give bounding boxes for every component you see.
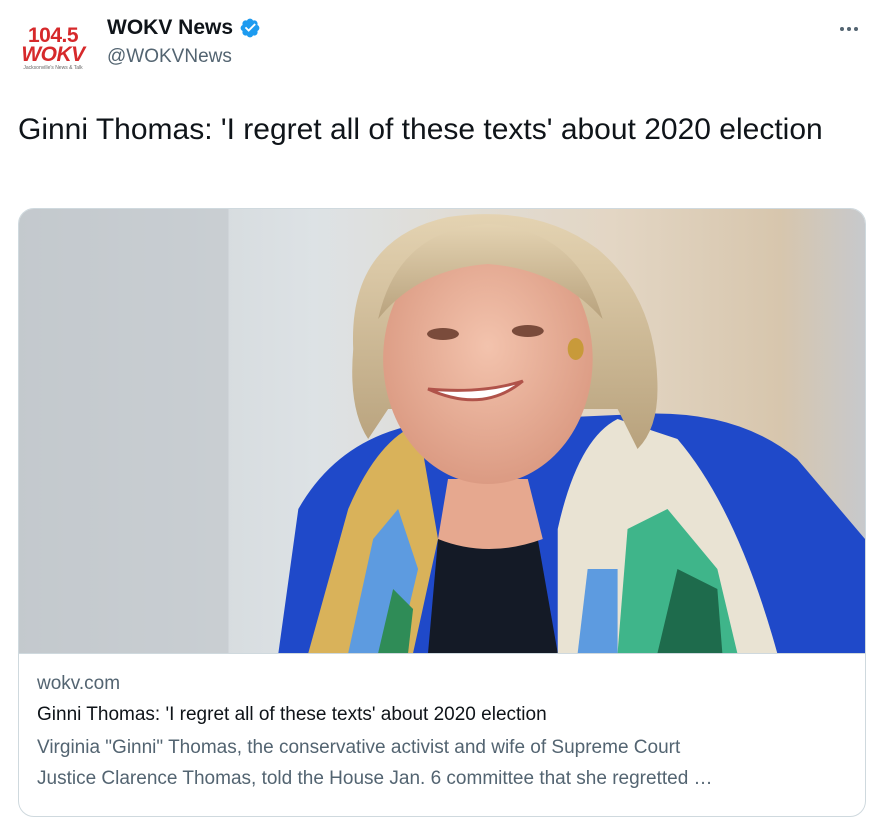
tweet: 104.5 WOKV Jacksonville's News & Talk WO…	[0, 0, 878, 832]
name-row: WOKV News	[107, 14, 261, 42]
author-handle[interactable]: @WOKVNews	[107, 46, 261, 68]
card-domain: wokv.com	[37, 673, 121, 694]
card-body: wokv.com Ginni Thomas: 'I regret all of …	[19, 653, 865, 794]
more-options-icon[interactable]	[834, 14, 864, 44]
verified-badge-icon	[239, 17, 261, 39]
avatar[interactable]: 104.5 WOKV Jacksonville's News & Talk	[18, 14, 88, 84]
display-name[interactable]: WOKV News	[107, 16, 233, 40]
author-info: WOKV News @WOKVNews	[107, 14, 261, 68]
card-description-line-2: Justice Clarence Thomas, told the House …	[37, 768, 713, 789]
card-photo-illustration	[19, 209, 865, 653]
link-card[interactable]: wokv.com Ginni Thomas: 'I regret all of …	[18, 208, 866, 817]
card-description-line-1: Virginia "Ginni" Thomas, the conservativ…	[37, 737, 681, 758]
card-image[interactable]	[19, 209, 865, 653]
tweet-text: Ginni Thomas: 'I regret all of these tex…	[18, 113, 823, 146]
avatar-logo-call-sign: WOKV	[21, 43, 85, 66]
card-title: Ginni Thomas: 'I regret all of these tex…	[37, 704, 547, 725]
avatar-logo-tagline: Jacksonville's News & Talk	[23, 65, 83, 71]
